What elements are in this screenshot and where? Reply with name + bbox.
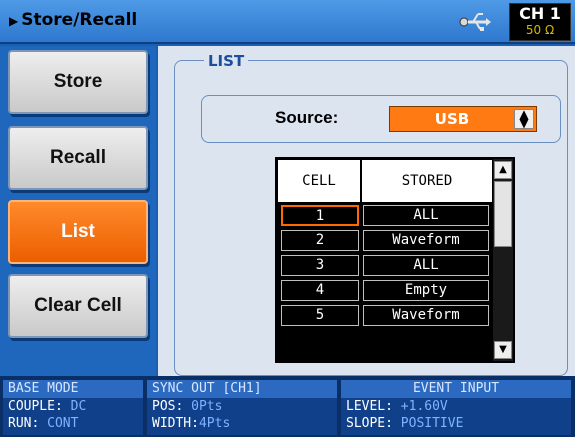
scroll-down-icon[interactable]: ▼: [494, 341, 512, 359]
width-line: WIDTH:4Pts: [147, 415, 337, 432]
source-box: Source: USB ▲ ▼: [201, 95, 561, 143]
run-line: RUN: CONT: [3, 415, 143, 432]
store-button[interactable]: Store: [8, 50, 148, 114]
list-button[interactable]: List: [8, 200, 148, 264]
couple-label: COUPLE:: [8, 399, 63, 414]
up-down-spinner-icon[interactable]: ▲ ▼: [514, 108, 534, 129]
clear-cell-button-label: Clear Cell: [34, 295, 122, 316]
level-value: +1.60V: [400, 399, 448, 414]
list-group: Source: USB ▲ ▼ CELL STORED 1 ALL 2 Wavef…: [174, 60, 568, 376]
store-button-label: Store: [53, 71, 103, 92]
event-input-section: EVENT INPUT LEVEL: +1.60V SLOPE: POSITIV…: [341, 380, 571, 435]
pos-line: POS: 0Pts: [147, 398, 337, 415]
channel-name: CH 1: [519, 4, 561, 23]
cell-stored: Empty: [363, 280, 489, 301]
triangle-right-icon: ▶: [9, 14, 19, 28]
level-line: LEVEL: +1.60V: [341, 398, 571, 415]
table-row[interactable]: 1 ALL: [277, 203, 493, 228]
cell-table: CELL STORED 1 ALL 2 Waveform 3 ALL 4 Emp…: [275, 157, 515, 363]
sync-out-section: SYNC OUT [CH1] POS: 0Pts WIDTH:4Pts: [147, 380, 337, 435]
list-button-label: List: [61, 221, 95, 242]
usb-icon: [459, 13, 491, 31]
column-header-cell: CELL: [277, 159, 361, 203]
table-row[interactable]: 2 Waveform: [277, 228, 493, 253]
list-group-title: LIST: [204, 52, 249, 70]
pos-value: 0Pts: [191, 399, 223, 414]
source-value: USB: [434, 110, 470, 128]
channel-indicator: CH 1 50 Ω: [509, 3, 571, 41]
cell-number: 3: [281, 255, 359, 276]
cell-number: 5: [281, 305, 359, 326]
slope-line: SLOPE: POSITIVE: [341, 415, 571, 432]
table-row[interactable]: 5 Waveform: [277, 303, 493, 328]
page-title: ▶ Store/Recall: [9, 10, 137, 30]
run-value: CONT: [47, 416, 79, 431]
cell-number: 1: [281, 205, 359, 226]
base-mode-header: BASE MODE: [3, 380, 143, 398]
level-label: LEVEL:: [346, 399, 393, 414]
recall-button[interactable]: Recall: [8, 126, 148, 190]
source-label: Source:: [275, 108, 339, 127]
pos-label: POS:: [152, 399, 184, 414]
cell-number: 4: [281, 280, 359, 301]
base-mode-section: BASE MODE COUPLE: DC RUN: CONT: [3, 380, 143, 435]
table-row[interactable]: 3 ALL: [277, 253, 493, 278]
sidebar: Store Recall List Clear Cell: [0, 46, 156, 376]
cell-stored: Waveform: [363, 230, 489, 251]
run-label: RUN:: [8, 416, 40, 431]
width-value: 4Pts: [198, 416, 231, 431]
title-bar: ▶ Store/Recall CH 1 50 Ω: [0, 0, 575, 44]
clear-cell-button[interactable]: Clear Cell: [8, 274, 148, 338]
scroll-up-icon[interactable]: ▲: [494, 161, 512, 179]
cell-stored: ALL: [363, 255, 489, 276]
width-label: WIDTH:: [152, 416, 199, 431]
page-title-text: Store/Recall: [21, 10, 138, 30]
source-select[interactable]: USB ▲ ▼: [389, 106, 537, 132]
channel-load: 50 Ω: [525, 23, 555, 37]
couple-value: DC: [70, 399, 87, 414]
cell-number: 2: [281, 230, 359, 251]
event-input-header: EVENT INPUT: [341, 380, 571, 398]
column-header-stored: STORED: [361, 159, 493, 203]
table-row[interactable]: 4 Empty: [277, 278, 493, 303]
cell-stored: ALL: [363, 205, 489, 226]
scroll-thumb[interactable]: [494, 181, 512, 247]
sync-out-header: SYNC OUT [CH1]: [147, 380, 337, 398]
couple-line: COUPLE: DC: [3, 398, 143, 415]
table-scrollbar[interactable]: ▲ ▼: [493, 159, 513, 361]
cell-stored: Waveform: [363, 305, 489, 326]
recall-button-label: Recall: [50, 147, 106, 168]
main-panel: Source: USB ▲ ▼ CELL STORED 1 ALL 2 Wavef…: [158, 46, 575, 376]
slope-label: SLOPE:: [346, 416, 393, 431]
slope-value: POSITIVE: [400, 416, 464, 431]
status-bar: BASE MODE COUPLE: DC RUN: CONT SYNC OUT …: [0, 376, 575, 437]
